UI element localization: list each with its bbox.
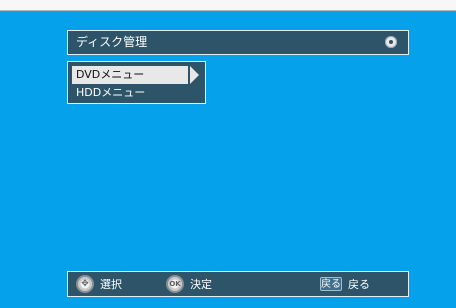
back-button[interactable]: 戻る bbox=[320, 277, 342, 291]
disc-icon bbox=[385, 36, 397, 48]
confirm-label: 決定 bbox=[190, 278, 212, 291]
directional-pad-icon: ✥ bbox=[76, 275, 94, 293]
ok-pad-icon: OK bbox=[166, 275, 184, 293]
page-title: ディスク管理 bbox=[76, 35, 148, 49]
back-help: 戻る 戻る bbox=[320, 272, 370, 296]
menu-item-dvd[interactable]: DVDメニュー bbox=[72, 66, 188, 84]
confirm-help: OK 決定 bbox=[166, 272, 212, 296]
tv-menu-screen: ディスク管理 DVDメニュー HDDメニュー ✥ 選択 OK 決定 戻る 戻る bbox=[0, 0, 456, 308]
select-help: ✥ 選択 bbox=[76, 272, 122, 296]
title-bar: ディスク管理 bbox=[67, 30, 409, 55]
menu-item-hdd[interactable]: HDDメニュー bbox=[72, 84, 188, 102]
top-border bbox=[0, 0, 456, 11]
select-label: 選択 bbox=[100, 278, 122, 291]
disc-menu: DVDメニュー HDDメニュー bbox=[67, 61, 206, 104]
arrow-right-icon bbox=[190, 66, 199, 84]
back-label: 戻る bbox=[348, 278, 370, 291]
footer-help-bar: ✥ 選択 OK 決定 戻る 戻る bbox=[67, 271, 409, 297]
